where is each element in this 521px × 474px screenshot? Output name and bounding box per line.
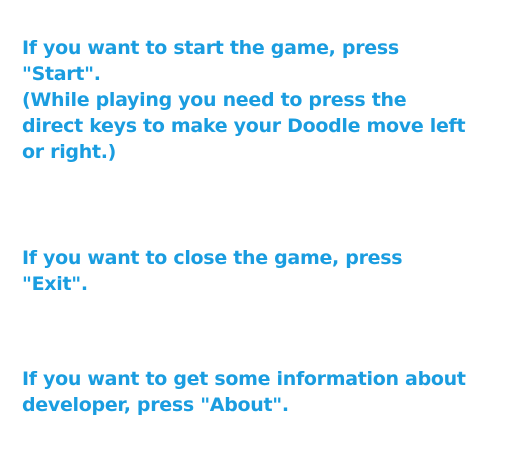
exit-instructions-line-2: "Exit".: [22, 273, 88, 295]
help-panel: If you want to start the game, press "St…: [0, 0, 521, 474]
exit-instructions-line-1: If you want to close the game, press: [22, 247, 403, 269]
start-instructions-line-4: direct keys to make your Doodle move lef…: [22, 115, 466, 137]
start-instructions-line-5: or right.): [22, 141, 117, 163]
exit-instructions: If you want to close the game, press "Ex…: [22, 245, 403, 297]
start-instructions-line-3: (While playing you need to press the: [22, 89, 407, 111]
about-instructions-line-1: If you want to get some information abou…: [22, 368, 466, 390]
start-instructions-line-1: If you want to start the game, press: [22, 37, 399, 59]
about-instructions-line-2: developer, press "About".: [22, 394, 289, 416]
about-instructions: If you want to get some information abou…: [22, 366, 466, 418]
start-instructions-line-2: "Start".: [22, 63, 101, 85]
start-instructions: If you want to start the game, press "St…: [22, 35, 466, 165]
